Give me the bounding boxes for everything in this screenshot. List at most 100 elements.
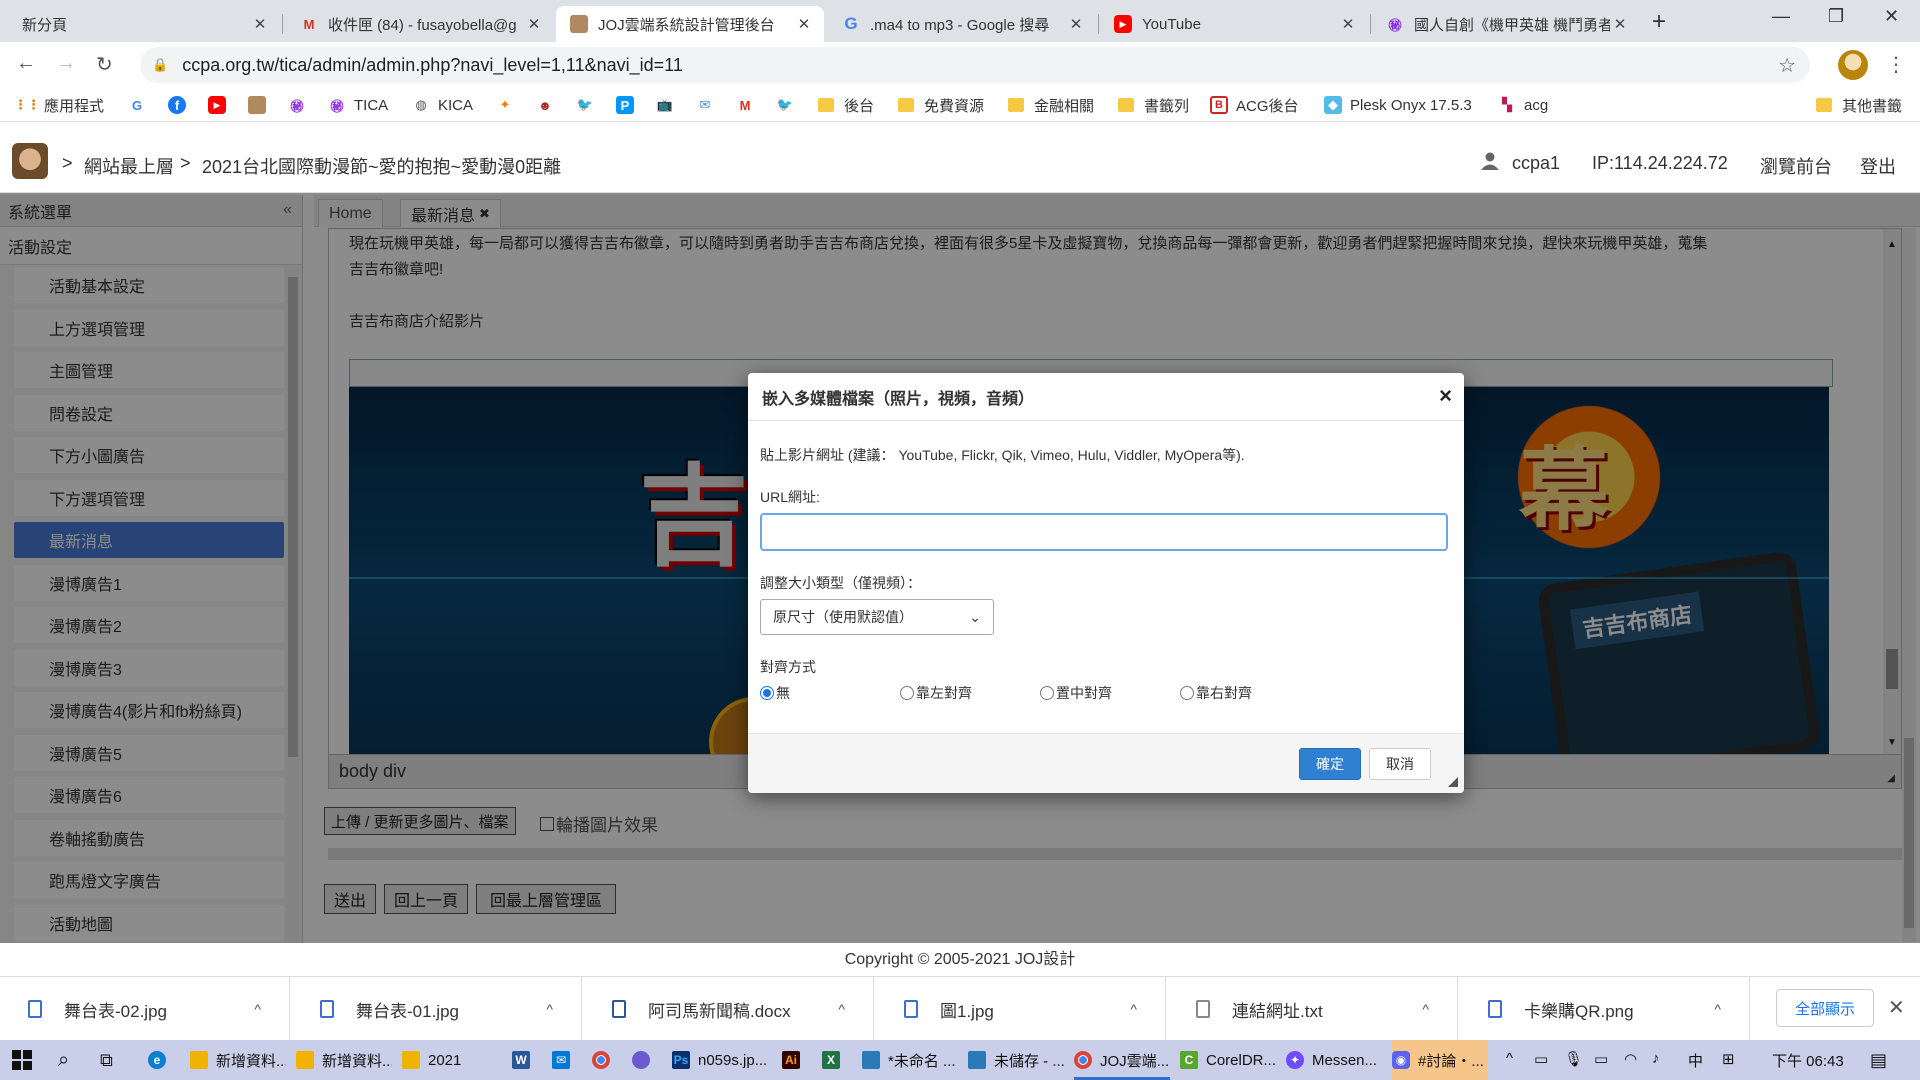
browser-tab[interactable]: G .ma4 to mp3 - Google 搜尋 ✕ — [828, 6, 1096, 42]
close-tab-icon[interactable]: ✕ — [524, 15, 544, 33]
download-item[interactable]: 連結網址.txt ^ — [1168, 977, 1458, 1041]
ime-indicator[interactable]: 中 — [1688, 1050, 1703, 1071]
bookmark-acg[interactable]: ▚ acg — [1498, 94, 1548, 116]
bookmark-site[interactable]: ✦ — [496, 94, 522, 116]
restore-icon[interactable]: ❐ — [1828, 6, 1844, 27]
align-left-radio[interactable]: 靠左對齊 — [900, 683, 972, 703]
chevron-up-icon[interactable]: ^ — [546, 1001, 553, 1017]
search-icon[interactable]: ⌕ — [58, 1040, 69, 1080]
bookmark-twitter[interactable]: 🐦 — [776, 94, 802, 116]
minimize-icon[interactable]: — — [1772, 6, 1790, 27]
taskbar-app[interactable]: 2021 — [402, 1040, 498, 1080]
edge-icon[interactable]: e — [148, 1040, 174, 1080]
taskbar-app[interactable]: C CorelDR... — [1180, 1040, 1276, 1080]
ime-mode-icon[interactable]: ⊞ — [1722, 1050, 1735, 1068]
download-item[interactable]: 舞台表-02.jpg ^ — [0, 977, 290, 1041]
bookmark-acg-admin[interactable]: B ACG後台 — [1210, 94, 1299, 116]
browser-tab-active[interactable]: JOJ雲端系統設計管理後台 ✕ — [556, 6, 824, 42]
reload-icon[interactable]: ↻ — [96, 52, 113, 77]
new-tab-plus-icon[interactable]: + — [1652, 8, 1666, 36]
bookmark-site[interactable]: ㊙ — [288, 94, 314, 116]
close-tab-icon[interactable]: ✕ — [250, 15, 270, 33]
taskbar-app[interactable] — [592, 1040, 618, 1080]
browse-front-link[interactable]: 瀏覽前台 — [1760, 153, 1832, 179]
download-item[interactable]: 卡樂購QR.png ^ — [1460, 977, 1750, 1041]
bookmark-site[interactable]: P — [616, 94, 642, 116]
start-windows-icon[interactable] — [12, 1040, 32, 1080]
taskbar-app[interactable]: 新增資料... — [190, 1040, 286, 1080]
browser-tab[interactable]: ㊙ 國人自創《機甲英雄 機鬥勇者 ✕ — [1372, 6, 1640, 42]
radio-button[interactable] — [1180, 686, 1194, 700]
chevron-up-icon[interactable]: ^ — [1422, 1001, 1429, 1017]
close-shelf-icon[interactable]: ✕ — [1888, 995, 1905, 1020]
taskbar-app[interactable]: ◉ #討論・... — [1392, 1040, 1488, 1080]
site-logo[interactable] — [12, 143, 48, 179]
logout-link[interactable]: 登出 — [1860, 153, 1896, 179]
bookmark-folder[interactable]: 免費資源 — [898, 94, 984, 116]
breadcrumb-root[interactable]: 網站最上層 — [84, 153, 174, 179]
taskbar-app[interactable]: *未命名 ... — [862, 1040, 958, 1080]
microphone-icon[interactable]: 🎙 — [1564, 1050, 1583, 1068]
taskbar-app[interactable]: 未儲存 - ... — [968, 1040, 1064, 1080]
chevron-up-icon[interactable]: ^ — [254, 1001, 261, 1017]
taskbar-app-active[interactable]: JOJ雲端... — [1074, 1040, 1170, 1080]
confirm-button[interactable]: 確定 — [1299, 748, 1361, 780]
browser-tab[interactable]: 新分頁 ✕ — [8, 6, 280, 42]
bookmark-site[interactable]: ✉ — [696, 94, 722, 116]
bookmark-site[interactable]: 📺 — [656, 94, 682, 116]
browser-tab[interactable]: ▶ YouTube ✕ — [1100, 6, 1368, 42]
show-all-downloads-button[interactable]: 全部顯示 — [1776, 989, 1874, 1027]
bookmark-site[interactable]: ☻ — [536, 94, 562, 116]
clock[interactable]: 下午 06:43 — [1772, 1050, 1844, 1071]
taskbar-app[interactable]: ✦ Messen... — [1286, 1040, 1382, 1080]
bookmark-other-folder[interactable]: 其他書籤 — [1816, 94, 1902, 116]
taskbar-app[interactable]: W — [512, 1040, 538, 1080]
taskbar-app[interactable]: Ai — [782, 1040, 808, 1080]
close-window-icon[interactable]: ✕ — [1884, 6, 1899, 27]
download-item[interactable]: 圖1.jpg ^ — [876, 977, 1166, 1041]
bookmark-folder[interactable]: 金融相關 — [1008, 94, 1094, 116]
meet-now-icon[interactable]: ▭ — [1534, 1050, 1548, 1068]
download-item[interactable]: 舞台表-01.jpg ^ — [292, 977, 582, 1041]
breadcrumb-current[interactable]: 2021台北國際動漫節~愛的抱抱~愛動漫0距離 — [202, 153, 561, 179]
task-view-icon[interactable]: ⧉ — [100, 1040, 113, 1080]
close-tab-icon[interactable]: ✕ — [1338, 15, 1358, 33]
bookmark-twitter[interactable]: 🐦 — [576, 94, 602, 116]
align-none-radio[interactable]: 無 — [760, 683, 790, 703]
wifi-icon[interactable]: ◠ — [1624, 1050, 1637, 1068]
chevron-up-icon[interactable]: ^ — [1714, 1001, 1721, 1017]
tray-expand-icon[interactable]: ^ — [1506, 1050, 1513, 1067]
bookmark-folder[interactable]: 後台 — [818, 94, 874, 116]
close-icon[interactable]: × — [1439, 383, 1452, 409]
bookmark-folder[interactable]: 書籤列 — [1118, 94, 1189, 116]
chevron-up-icon[interactable]: ^ — [1130, 1001, 1137, 1017]
taskbar-app[interactable] — [632, 1040, 658, 1080]
bookmark-youtube[interactable]: ▶ — [208, 94, 234, 116]
bookmark-kica[interactable]: ◍ KICA — [412, 94, 473, 116]
battery-icon[interactable]: ▭ — [1594, 1050, 1608, 1068]
bookmark-tica[interactable]: ㊙ TICA — [328, 94, 388, 116]
close-tab-icon[interactable]: ✕ — [1066, 15, 1086, 33]
download-item[interactable]: 阿司馬新聞稿.docx ^ — [584, 977, 874, 1041]
bookmark-star-icon[interactable]: ☆ — [1778, 53, 1796, 78]
lock-icon[interactable]: 🔒 — [152, 57, 168, 73]
notification-icon[interactable]: ▤ — [1870, 1050, 1887, 1071]
address-url[interactable]: ccpa.org.tw/tica/admin/admin.php?navi_le… — [182, 55, 683, 76]
size-select[interactable]: 原尺寸（使用默認值） ⌄ — [760, 599, 994, 635]
bookmark-plesk[interactable]: ◆ Plesk Onyx 17.5.3 — [1324, 94, 1472, 116]
close-tab-icon[interactable]: ✕ — [794, 15, 814, 33]
chrome-menu-icon[interactable]: ⋮ — [1886, 52, 1906, 77]
address-bar[interactable]: 🔒 ccpa.org.tw/tica/admin/admin.php?navi_… — [140, 47, 1810, 83]
bookmark-gmail[interactable]: M — [736, 94, 762, 116]
close-tab-icon[interactable]: ✕ — [1610, 15, 1630, 33]
radio-button[interactable] — [1040, 686, 1054, 700]
taskbar-app[interactable]: 新增資料... — [296, 1040, 392, 1080]
forward-arrow-icon[interactable]: → — [56, 52, 76, 75]
radio-button[interactable] — [760, 686, 774, 700]
back-arrow-icon[interactable]: ← — [16, 52, 36, 75]
taskbar-app[interactable]: Ps n059s.jp... — [672, 1040, 768, 1080]
resize-handle-icon[interactable] — [1448, 777, 1458, 787]
bookmark-facebook[interactable]: f — [168, 94, 194, 116]
chevron-up-icon[interactable]: ^ — [838, 1001, 845, 1017]
url-input[interactable] — [760, 513, 1448, 551]
